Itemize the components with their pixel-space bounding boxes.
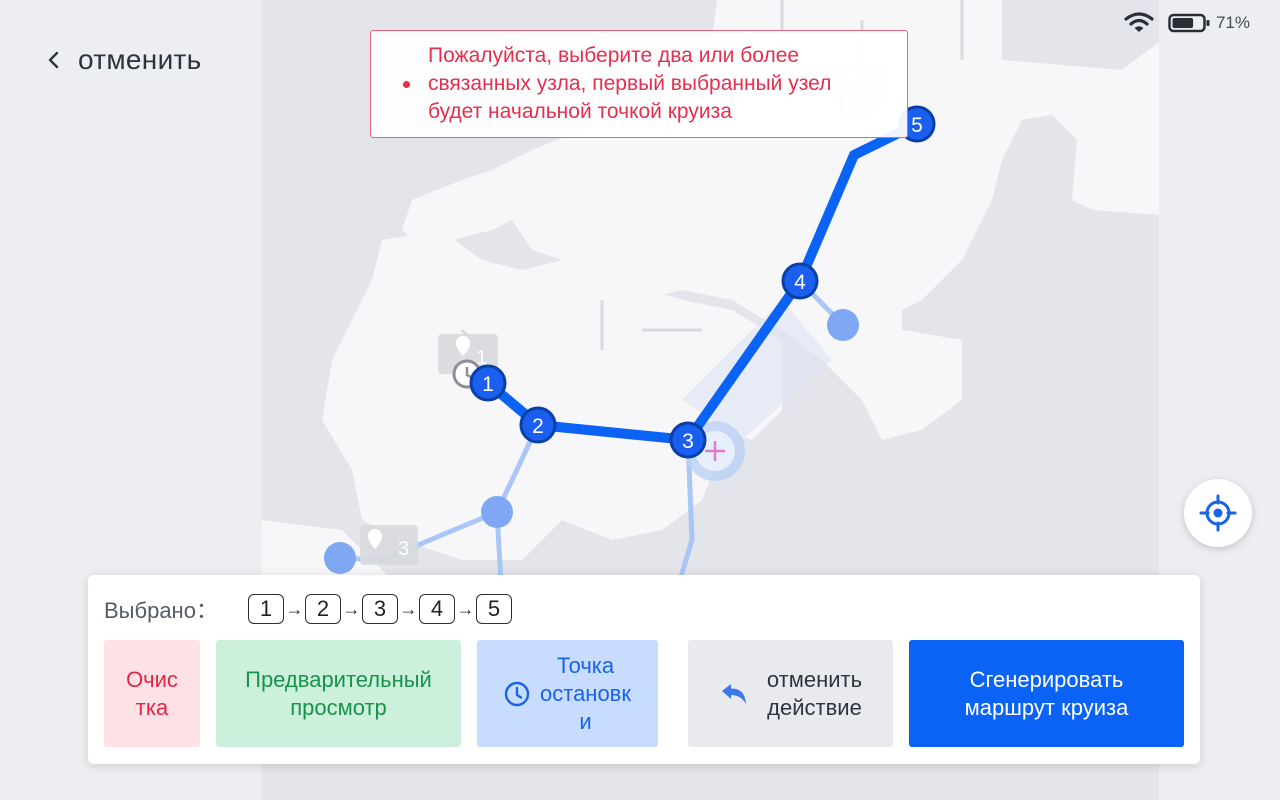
node-label: 2 <box>532 415 544 438</box>
clear-button[interactable]: Очис тка <box>104 640 200 747</box>
node-label: 3 <box>682 430 694 453</box>
sequence-arrow: → <box>399 598 418 619</box>
sequence-chip: 2 <box>304 594 341 624</box>
generate-route-button[interactable]: Сгенерировать маршрут круиза <box>909 640 1184 747</box>
poi-marker-3[interactable]: 3 <box>360 525 418 565</box>
unselected-node[interactable] <box>827 309 859 341</box>
node-label: 4 <box>794 271 806 294</box>
sequence-chip: 3 <box>361 594 398 624</box>
unselected-node[interactable] <box>324 542 356 574</box>
unselected-node[interactable] <box>481 496 513 528</box>
sequence-chip: 4 <box>418 594 455 624</box>
selected-node-1[interactable]: 1 <box>469 364 507 402</box>
selected-sequence: Выбрано： 1 → 2 → 3 → 4 → 5 <box>104 593 512 625</box>
back-button[interactable]: отменить <box>44 38 202 82</box>
undo-button-label: отменить действие <box>766 666 863 720</box>
sequence-arrow: → <box>456 598 475 619</box>
hint-text: Пожалуйста, выберите два или более связа… <box>428 44 832 123</box>
wifi-icon <box>1124 12 1154 32</box>
hint-message: Пожалуйста, выберите два или более связа… <box>370 30 908 138</box>
hint-bullet <box>403 80 410 88</box>
battery-icon: 71% <box>1168 13 1250 33</box>
stop-point-button[interactable]: Точка остановк и <box>477 640 658 747</box>
sequence-arrow: → <box>285 598 304 619</box>
clock-icon <box>504 681 530 706</box>
clear-button-label: Очис тка <box>126 666 178 720</box>
preview-button[interactable]: Предварительный просмотр <box>216 640 461 747</box>
selected-node-2[interactable]: 2 <box>519 406 557 444</box>
chevron-left-icon <box>48 51 59 69</box>
undo-button[interactable]: отменить действие <box>688 640 893 747</box>
poi-label: 3 <box>398 538 409 560</box>
sequence-chip: 5 <box>475 594 512 624</box>
sequence-chip: 1 <box>247 594 284 624</box>
preview-button-label: Предварительный просмотр <box>245 666 432 720</box>
battery-percent: 71% <box>1215 13 1250 32</box>
crosshair-icon <box>1199 494 1237 532</box>
route-panel: Выбрано： 1 → 2 → 3 → 4 → 5 Очис тка Пред… <box>88 575 1200 764</box>
selected-label: Выбрано： <box>104 598 218 623</box>
undo-icon <box>721 683 746 704</box>
status-bar: 71% <box>1124 10 1250 36</box>
node-label: 5 <box>911 114 923 137</box>
selected-node-4[interactable]: 4 <box>781 262 819 300</box>
locate-button[interactable] <box>1184 479 1252 547</box>
node-label: 1 <box>482 373 494 396</box>
stop-point-button-label: Точка остановк и <box>540 652 631 734</box>
back-label: отменить <box>78 44 202 75</box>
generate-button-label: Сгенерировать маршрут круиза <box>964 666 1129 720</box>
sequence-arrow: → <box>342 598 361 619</box>
selected-node-3[interactable]: 3 <box>669 421 707 459</box>
